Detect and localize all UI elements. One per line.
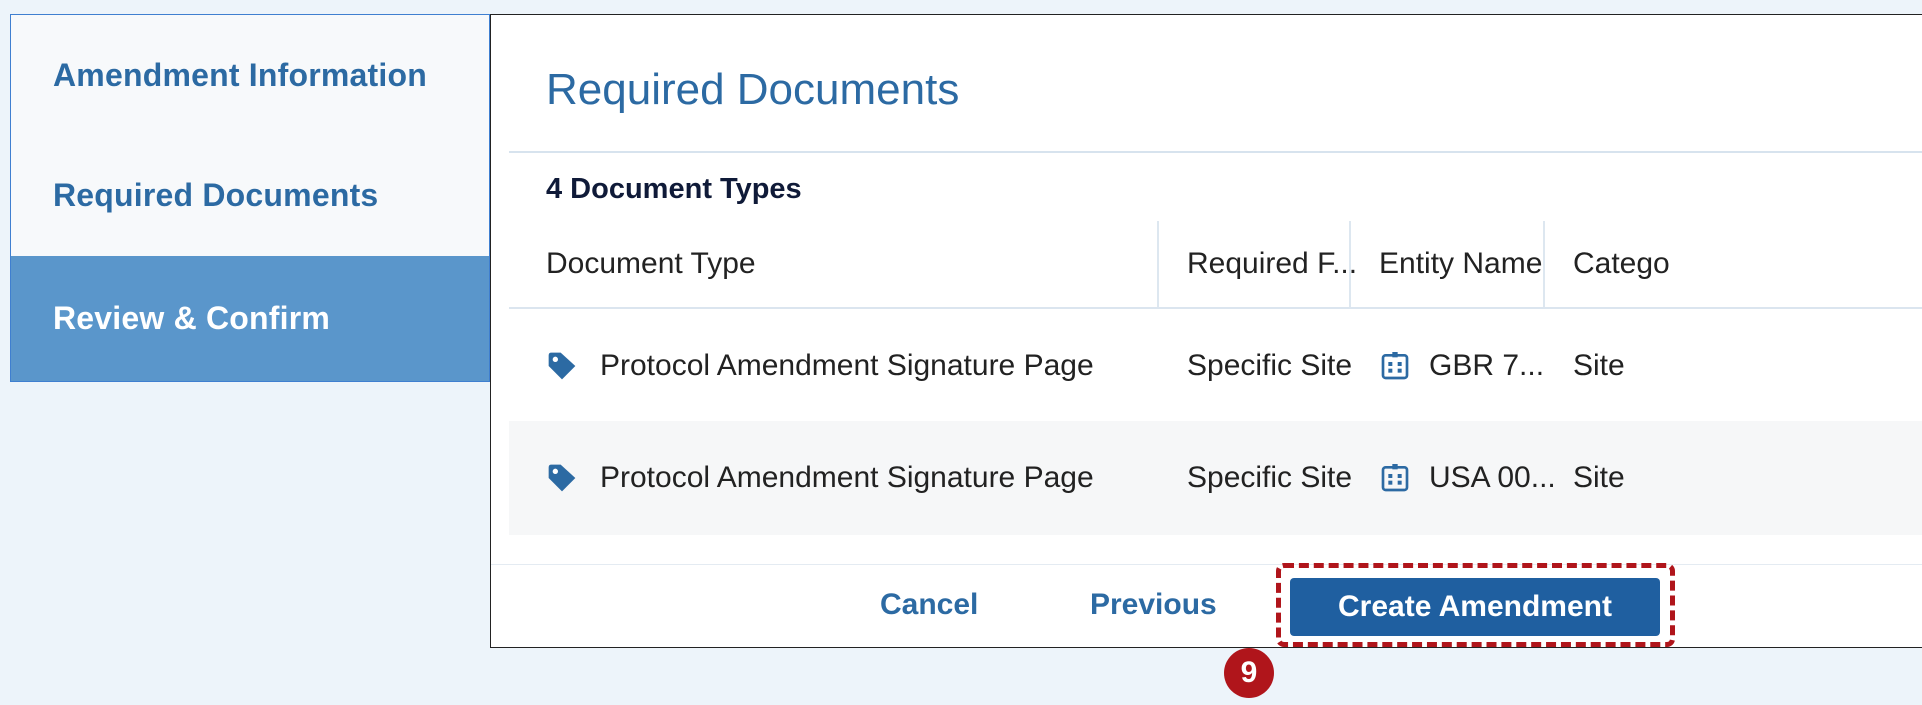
column-header-entity-name[interactable]: Entity Name <box>1379 221 1542 307</box>
document-type-cell: Protocol Amendment Signature Page <box>546 309 1094 423</box>
step-number-badge: 9 <box>1224 648 1274 698</box>
wizard-steps: Amendment Information Required Documents… <box>10 14 490 382</box>
divider <box>509 151 1922 153</box>
entity-name-cell: USA 00... <box>1379 421 1556 535</box>
required-documents-panel: Required Documents 4 Document Types Docu… <box>490 14 1922 648</box>
highlight-annotation <box>1276 563 1675 647</box>
step-amendment-information[interactable]: Amendment Information <box>11 15 489 135</box>
document-type-label: Protocol Amendment Signature Page <box>600 461 1094 494</box>
table-row[interactable]: Protocol Amendment Signature Page Specif… <box>509 307 1922 423</box>
documents-table: Document Type Required F... Entity Name … <box>509 221 1922 575</box>
building-icon <box>1381 352 1409 380</box>
table-row <box>509 535 1922 575</box>
document-count: 4 Document Types <box>546 173 802 205</box>
category-cell: Site <box>1573 349 1625 382</box>
column-header-required-for[interactable]: Required F... <box>1187 221 1357 307</box>
category-cell: Site <box>1573 461 1625 494</box>
tag-icon <box>548 352 576 380</box>
entity-name-cell: GBR 7... <box>1379 309 1544 423</box>
footer-divider <box>491 564 1922 565</box>
tag-icon <box>548 464 576 492</box>
table-header-row: Document Type Required F... Entity Name … <box>509 221 1922 307</box>
previous-button[interactable]: Previous <box>1090 588 1217 622</box>
document-type-label: Protocol Amendment Signature Page <box>600 349 1094 382</box>
required-for-cell: Specific Site <box>1187 461 1353 494</box>
column-header-document-type[interactable]: Document Type <box>546 221 756 307</box>
document-type-cell: Protocol Amendment Signature Page <box>546 421 1094 535</box>
entity-name-label: GBR 7... <box>1429 349 1545 382</box>
cancel-button[interactable]: Cancel <box>880 588 978 622</box>
table-row[interactable]: Protocol Amendment Signature Page Specif… <box>509 421 1922 535</box>
step-review-confirm[interactable]: Review & Confirm <box>11 256 489 381</box>
step-required-documents[interactable]: Required Documents <box>11 135 489 255</box>
required-for-cell: Specific Site <box>1187 349 1353 382</box>
building-icon <box>1381 464 1409 492</box>
column-header-category[interactable]: Catego <box>1573 221 1670 307</box>
page-title: Required Documents <box>546 65 960 114</box>
entity-name-label: USA 00... <box>1429 461 1556 494</box>
